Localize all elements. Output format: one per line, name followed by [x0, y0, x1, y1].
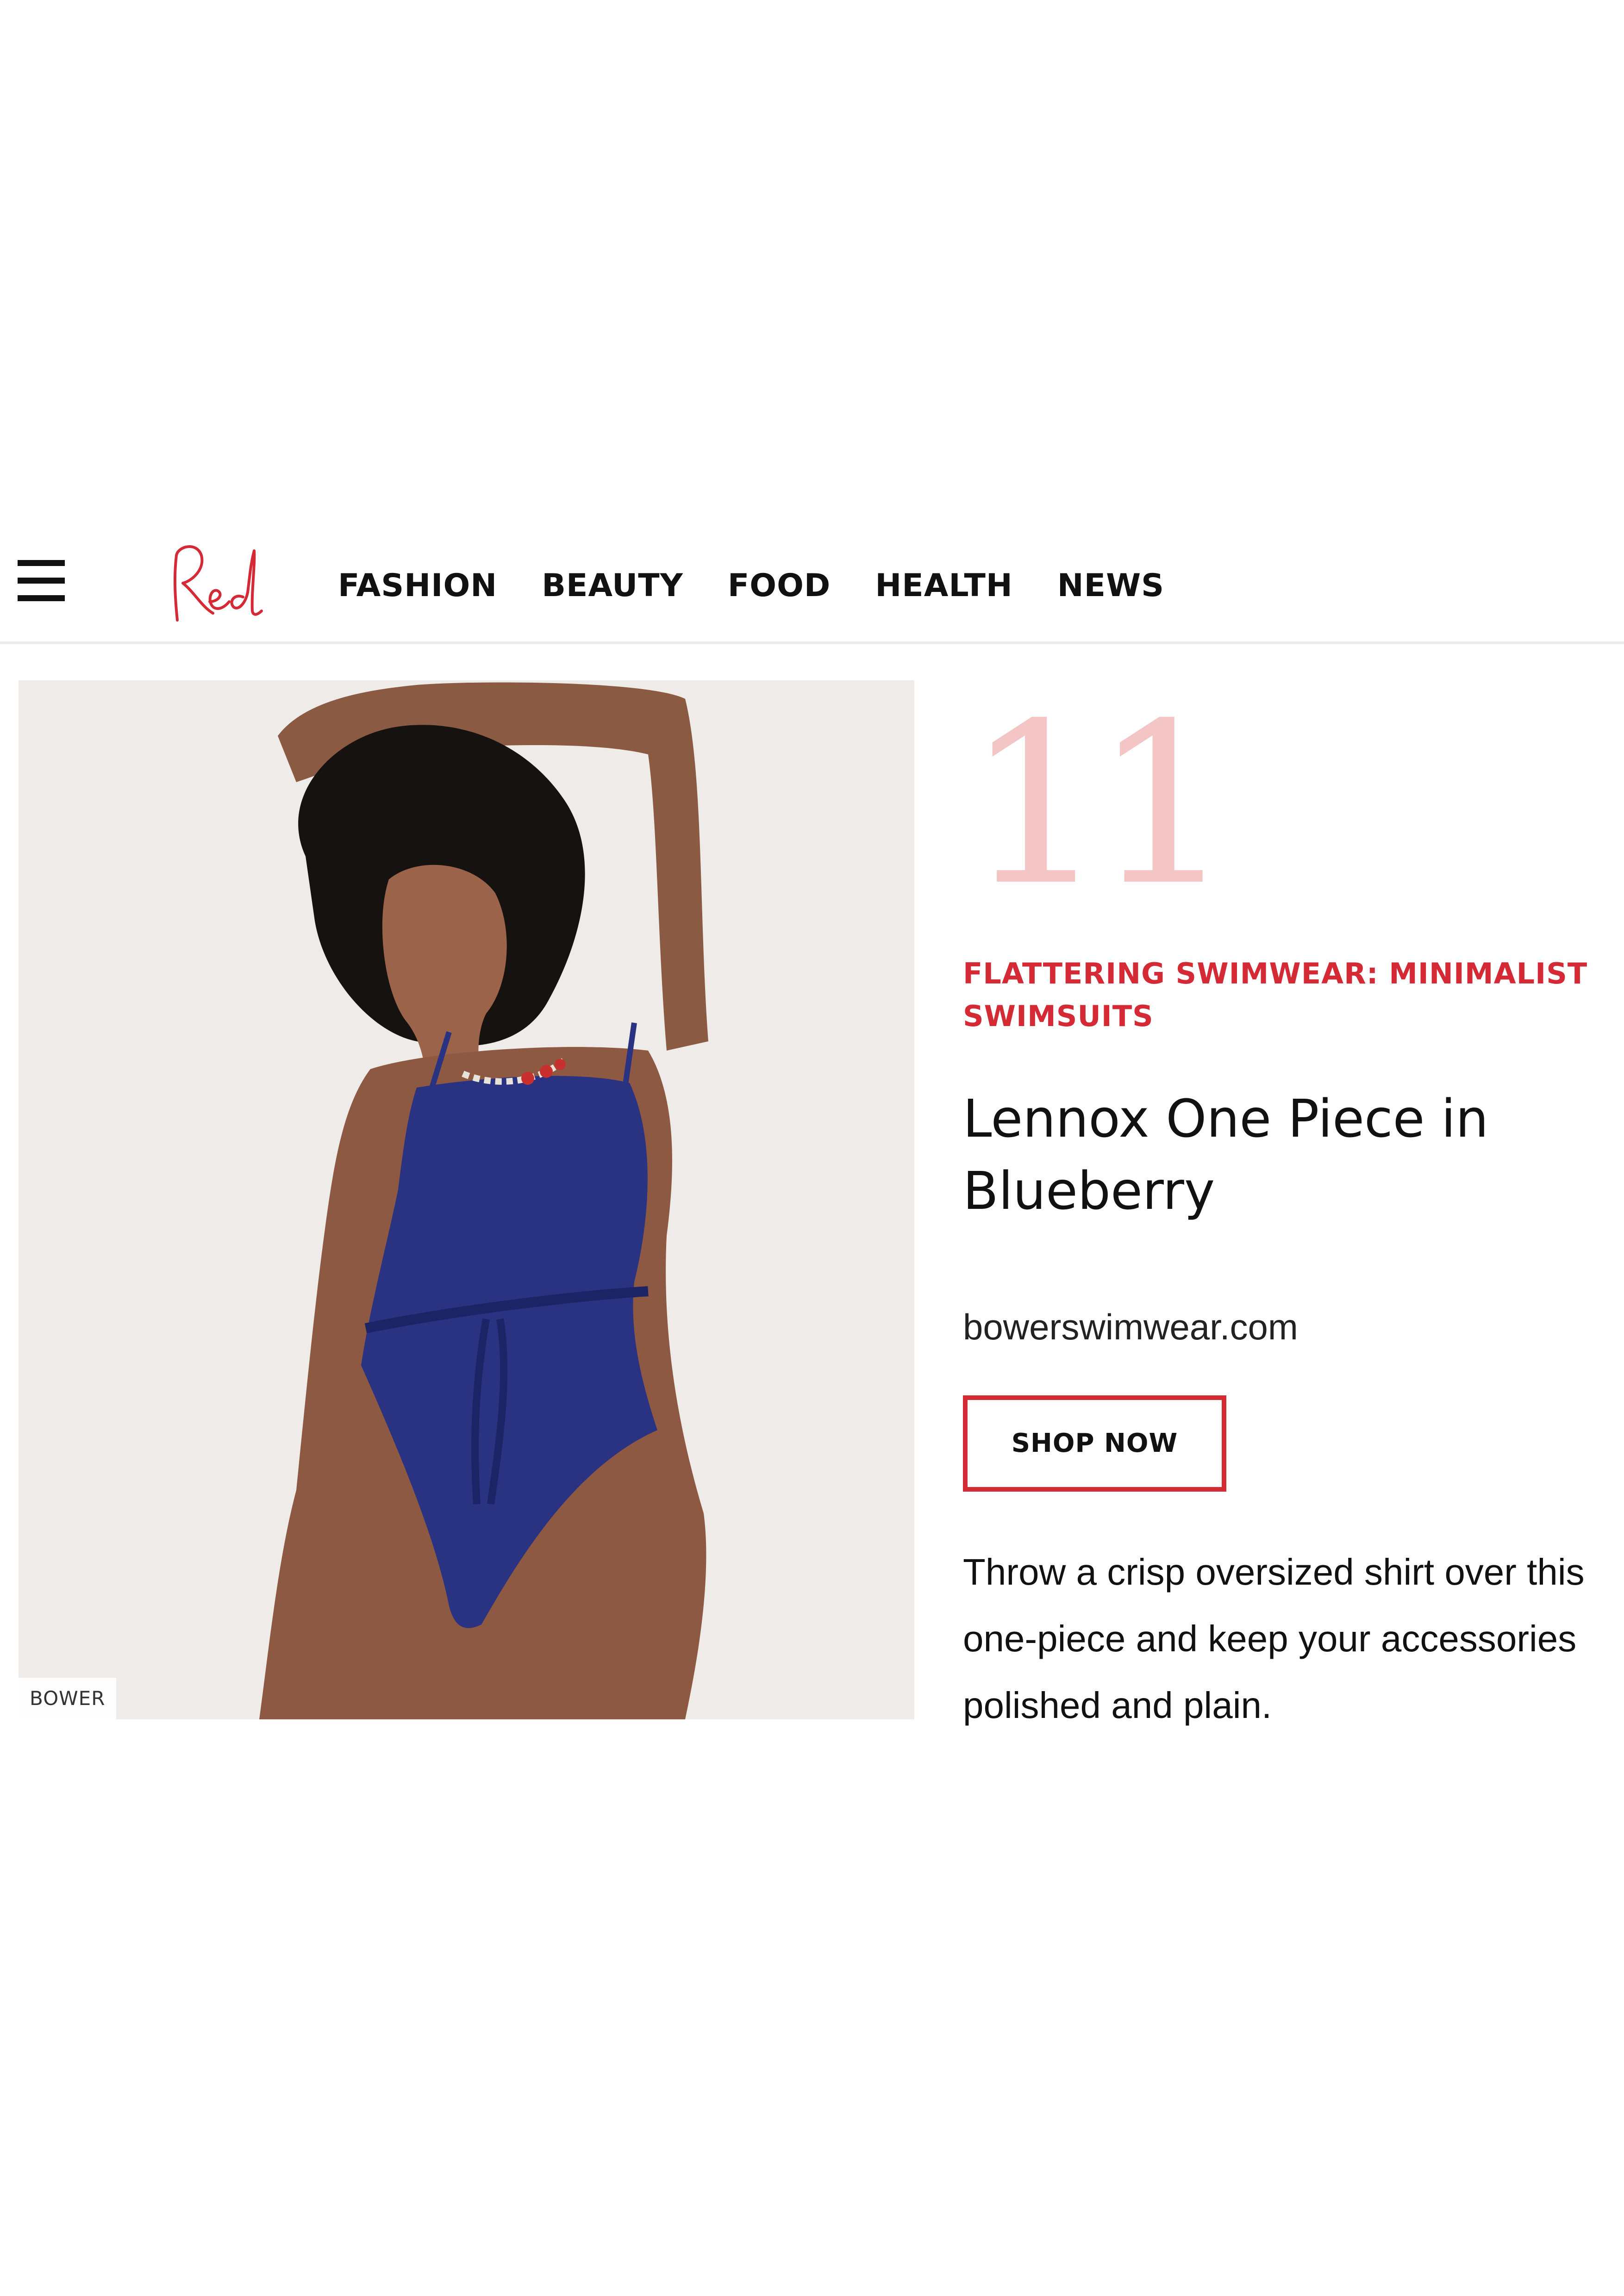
product-description: Throw a crisp oversized shirt over this …	[963, 1551, 1585, 1726]
image-credit: BOWER	[19, 1678, 117, 1719]
retailer-name: bowerswimwear.com	[963, 1307, 1298, 1347]
product-title: Lennox One Piece in Blueberry	[963, 1089, 1489, 1221]
shop-now-button[interactable]: SHOP NOW	[963, 1395, 1226, 1492]
swimsuit-model-illustration	[19, 680, 914, 1719]
category-title[interactable]: FLATTERING SWIMWEAR: MINIMALIST SWIMSUIT…	[963, 952, 1602, 1038]
item-number: 11	[965, 676, 1234, 934]
hamburger-menu-icon[interactable]	[18, 560, 65, 602]
nav-health[interactable]: HEALTH	[875, 563, 1012, 609]
nav-fashion[interactable]: FASHION	[338, 563, 497, 609]
product-image[interactable]: BOWER	[19, 680, 914, 1719]
nav-beauty[interactable]: BEAUTY	[542, 563, 683, 609]
nav-news[interactable]: NEWS	[1057, 563, 1164, 609]
nav-food[interactable]: FOOD	[728, 563, 831, 609]
main-nav: FASHION BEAUTY FOOD HEALTH NEWS	[338, 563, 1164, 609]
site-header: FASHION BEAUTY FOOD HEALTH NEWS	[0, 518, 1624, 644]
red-logo[interactable]	[169, 537, 264, 629]
